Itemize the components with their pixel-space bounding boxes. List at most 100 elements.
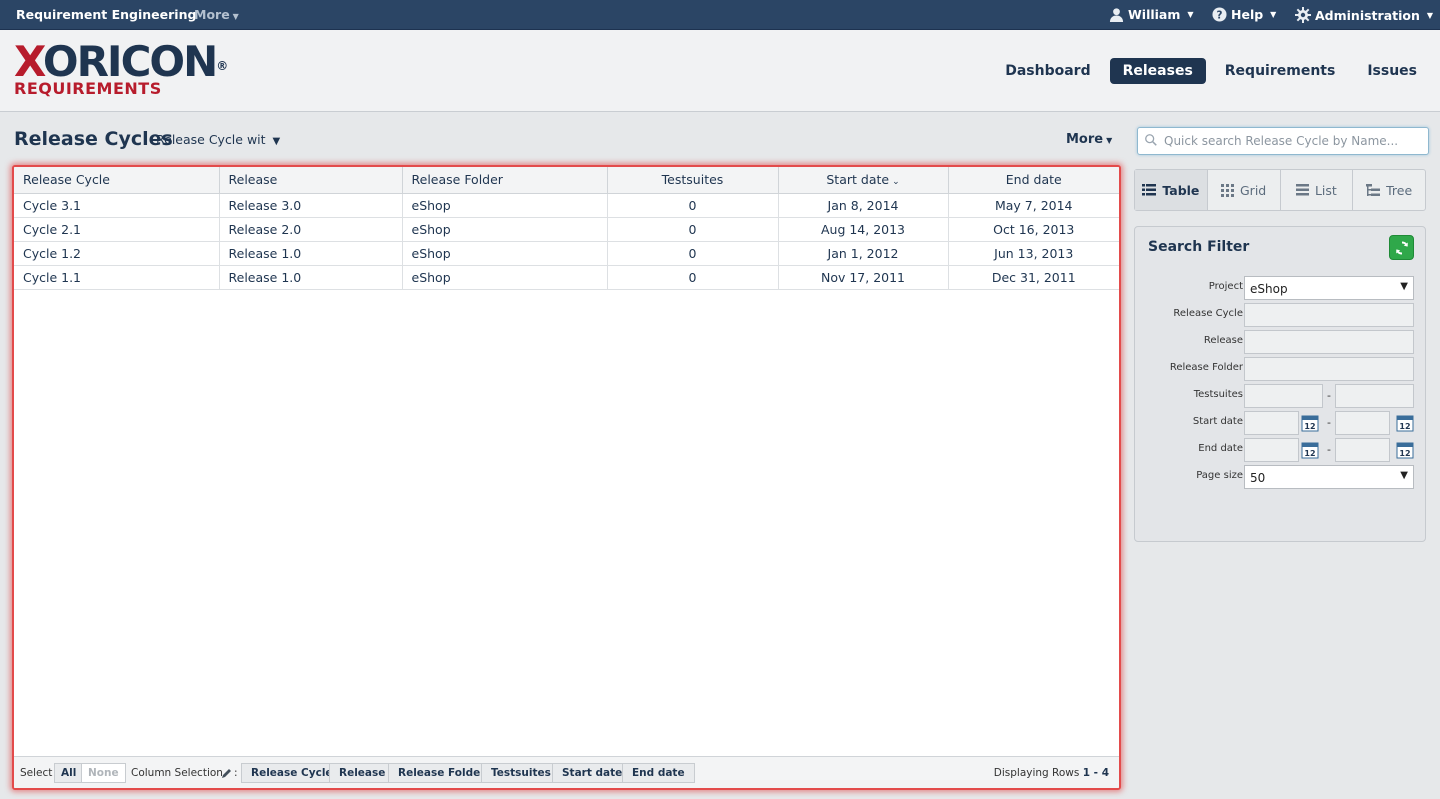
svg-text:12: 12 — [1304, 449, 1315, 458]
table-row[interactable]: Cycle 3.1 Release 3.0 eShop 0 Jan 8, 201… — [14, 193, 1119, 218]
more-button[interactable]: More ▼ — [1066, 132, 1112, 147]
calendar-icon[interactable]: 12 — [1301, 414, 1319, 432]
range-separator: - — [1327, 416, 1331, 429]
search-input[interactable] — [1164, 132, 1422, 150]
start-date-label: Start date — [1192, 416, 1243, 427]
cell-testsuites[interactable]: 0 — [607, 193, 779, 218]
cell-start-date[interactable]: Jan 8, 2014 — [778, 193, 949, 218]
cell-start-date[interactable]: Jan 1, 2012 — [778, 241, 949, 266]
cell-release-folder[interactable]: eShop — [402, 217, 608, 242]
refresh-button[interactable] — [1389, 235, 1414, 260]
app-title[interactable]: Requirement Engineering — [16, 7, 196, 22]
cell-start-date[interactable]: Nov 17, 2011 — [778, 265, 949, 290]
cell-testsuites[interactable]: 0 — [607, 265, 779, 290]
cell-release[interactable]: Release 1.0 — [219, 265, 403, 290]
help-menu[interactable]: ? Help ▼ — [1212, 7, 1276, 22]
column-toggle-end-date[interactable]: End date — [622, 763, 695, 783]
end-date-to-input[interactable] — [1335, 438, 1390, 462]
column-selection-label: Column Selection — [131, 767, 223, 779]
column-toggle-testsuites[interactable]: Testsuites — [481, 763, 561, 783]
cell-end-date[interactable]: Jun 13, 2013 — [948, 241, 1119, 266]
cell-end-date[interactable]: May 7, 2014 — [948, 193, 1119, 218]
cell-end-date[interactable]: Oct 16, 2013 — [948, 217, 1119, 242]
administration-menu[interactable]: Administration ▼ — [1295, 7, 1433, 23]
column-toggle-release[interactable]: Release — [329, 763, 396, 783]
cell-release-folder[interactable]: eShop — [402, 241, 608, 266]
calendar-icon[interactable]: 12 — [1396, 441, 1414, 459]
grid-icon — [1221, 183, 1234, 197]
cell-release-cycle[interactable]: Cycle 1.1 — [14, 265, 220, 290]
top-more-menu[interactable]: More ▼ — [194, 7, 239, 22]
displaying-rows-range: 1 - 4 — [1082, 767, 1109, 779]
testsuites-to-input[interactable] — [1335, 384, 1414, 408]
column-header-release[interactable]: Release — [219, 167, 403, 194]
view-table-button[interactable]: Table — [1135, 170, 1208, 210]
start-date-to-input[interactable] — [1335, 411, 1390, 435]
view-grid-button[interactable]: Grid — [1208, 170, 1281, 210]
page-size-label: Page size — [1196, 470, 1243, 481]
select-all-button[interactable]: All — [54, 763, 84, 783]
column-header-start-date[interactable]: Start date ⌄ — [778, 167, 949, 194]
search-icon — [1145, 134, 1157, 146]
cell-release[interactable]: Release 1.0 — [219, 241, 403, 266]
chevron-down-icon: ▼ — [232, 12, 239, 21]
range-separator: - — [1327, 443, 1331, 456]
svg-text:12: 12 — [1399, 449, 1410, 458]
cell-testsuites[interactable]: 0 — [607, 217, 779, 242]
page-size-select[interactable]: 50 ▼ — [1244, 465, 1414, 489]
column-toggle-release-cycle[interactable]: Release Cycle — [241, 763, 343, 783]
project-select[interactable]: eShop ▼ — [1244, 276, 1414, 300]
select-label: Select — [20, 767, 53, 779]
calendar-icon[interactable]: 12 — [1301, 441, 1319, 459]
column-header-release-folder[interactable]: Release Folder — [402, 167, 608, 194]
cell-release-cycle[interactable]: Cycle 2.1 — [14, 217, 220, 242]
table-row[interactable]: Cycle 2.1 Release 2.0 eShop 0 Aug 14, 20… — [14, 217, 1119, 242]
select-none-button[interactable]: None — [81, 763, 126, 783]
cell-testsuites[interactable]: 0 — [607, 241, 779, 266]
testsuites-from-input[interactable] — [1244, 384, 1323, 408]
column-selection-colon: : — [234, 767, 238, 779]
dropdown-arrow-icon: ▼ — [1400, 281, 1408, 292]
cell-release-folder[interactable]: eShop — [402, 193, 608, 218]
cell-start-date[interactable]: Aug 14, 2013 — [778, 217, 949, 242]
column-toggle-start-date[interactable]: Start date — [552, 763, 633, 783]
view-grid-label: Grid — [1240, 182, 1267, 198]
release-cycle-input[interactable] — [1244, 303, 1414, 327]
column-header-end-date[interactable]: End date — [948, 167, 1119, 194]
xoricon-logo[interactable]: XORICON® REQUIREMENTS — [14, 40, 228, 97]
tab-dashboard[interactable]: Dashboard — [992, 58, 1103, 84]
start-date-from-input[interactable] — [1244, 411, 1299, 435]
cell-end-date[interactable]: Dec 31, 2011 — [948, 265, 1119, 290]
view-tree-button[interactable]: Tree — [1353, 170, 1425, 210]
cell-release[interactable]: Release 2.0 — [219, 217, 403, 242]
user-menu[interactable]: William ▼ — [1109, 7, 1194, 22]
pencil-icon[interactable] — [221, 767, 233, 779]
view-list-button[interactable]: List — [1281, 170, 1354, 210]
main-nav: Dashboard Releases Requirements Issues — [992, 58, 1430, 84]
column-toggle-release-folder[interactable]: Release Folder — [388, 763, 496, 783]
chevron-down-icon: ▼ — [1270, 10, 1277, 19]
chevron-down-icon: ▼ — [1187, 10, 1194, 19]
cell-release-cycle[interactable]: Cycle 1.2 — [14, 241, 220, 266]
end-date-from-input[interactable] — [1244, 438, 1299, 462]
release-folder-label: Release Folder — [1169, 362, 1243, 373]
cell-release-cycle[interactable]: Cycle 3.1 — [14, 193, 220, 218]
tab-releases[interactable]: Releases — [1109, 58, 1206, 84]
view-tree-label: Tree — [1386, 182, 1413, 198]
help-icon: ? — [1212, 7, 1227, 22]
view-selector[interactable]: Release Cycle wit ▼ — [156, 132, 280, 147]
tab-requirements[interactable]: Requirements — [1212, 58, 1349, 84]
release-input[interactable] — [1244, 330, 1414, 354]
top-bar: Requirement Engineering More ▼ William ▼ … — [0, 0, 1440, 30]
chevron-down-icon: ▼ — [1106, 136, 1113, 145]
table-row[interactable]: Cycle 1.2 Release 1.0 eShop 0 Jan 1, 201… — [14, 241, 1119, 266]
column-header-release-cycle[interactable]: Release Cycle — [14, 167, 220, 194]
calendar-icon[interactable]: 12 — [1396, 414, 1414, 432]
cell-release[interactable]: Release 3.0 — [219, 193, 403, 218]
quick-search — [1137, 127, 1429, 155]
table-row[interactable]: Cycle 1.1 Release 1.0 eShop 0 Nov 17, 20… — [14, 265, 1119, 290]
column-header-testsuites[interactable]: Testsuites — [607, 167, 779, 194]
tab-issues[interactable]: Issues — [1354, 58, 1430, 84]
cell-release-folder[interactable]: eShop — [402, 265, 608, 290]
release-folder-input[interactable] — [1244, 357, 1414, 381]
